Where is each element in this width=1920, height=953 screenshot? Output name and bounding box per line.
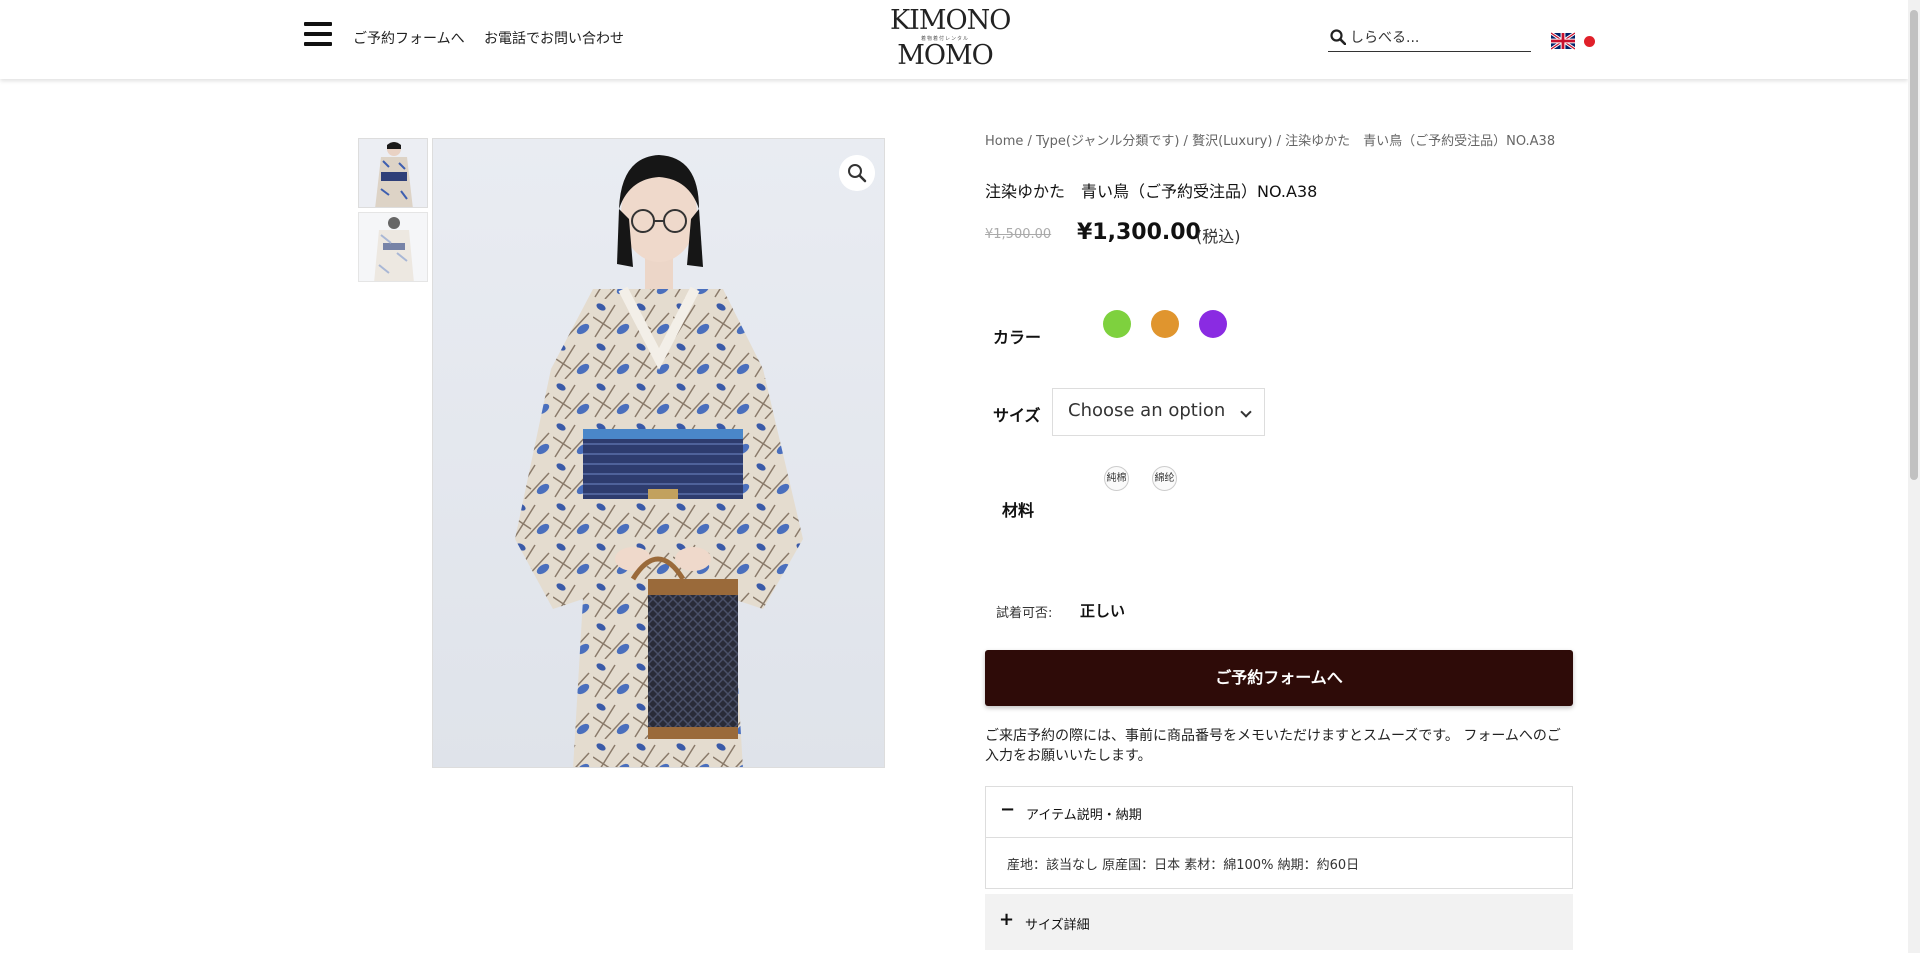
zoom-icon[interactable] [839, 155, 875, 191]
logo-top-text: KIMONO [890, 5, 1011, 36]
breadcrumb-separator: / [1272, 134, 1286, 149]
try-on-value: 正しい [1080, 602, 1126, 620]
material-option-cotton[interactable]: 純棉 [1104, 466, 1129, 491]
breadcrumb-separator: / [1179, 134, 1193, 149]
sale-price: ¥1,300.00 [1077, 220, 1201, 245]
accordion-item-size: + サイズ詳細 [985, 894, 1573, 950]
product-thumbnail[interactable] [358, 138, 428, 208]
accordion-title: アイテム説明・納期 [1026, 808, 1142, 823]
minus-icon: − [1000, 799, 1016, 820]
kimono-thumbnail-image [359, 139, 427, 207]
try-on-label: 試着可否: [996, 606, 1053, 621]
size-label: サイズ [993, 406, 1041, 425]
color-swatch-purple[interactable] [1199, 310, 1227, 338]
chevron-down-icon [1240, 406, 1252, 418]
breadcrumb-type[interactable]: Type(ジャンル分類です) [1036, 134, 1179, 149]
size-select[interactable]: Choose an option [1052, 388, 1265, 436]
nav-phone-inquiry[interactable]: お電話でお問い合わせ [484, 28, 624, 48]
accordion-body-description: 産地：該当なし 原産国：日本 素材：綿100% 納期：約60日 [1007, 858, 1360, 873]
breadcrumb-home[interactable]: Home [985, 134, 1023, 149]
breadcrumb: Home / Type(ジャンル分類です) / 贅沢(Luxury) / 注染ゆ… [985, 130, 1555, 149]
material-option-blend[interactable]: 綿纶 [1152, 466, 1177, 491]
original-price: ¥1,500.00 [985, 227, 1052, 242]
accordion-item-description: − アイテム説明・納期 産地：該当なし 原産国：日本 素材：綿100% 納期：約… [985, 786, 1573, 889]
scrollbar-thumb[interactable] [1910, 10, 1918, 480]
menu-icon[interactable] [304, 22, 332, 48]
color-label: カラー [993, 328, 1042, 347]
product-thumbnail[interactable] [358, 212, 428, 282]
search-input[interactable] [1350, 26, 1530, 50]
breadcrumb-current: 注染ゆかた 青い鳥（ご予約受注品）NO.A38 [1285, 134, 1556, 149]
nav-reservation-form[interactable]: ご予約フォームへ [353, 28, 465, 48]
size-select-value: Choose an option [1068, 400, 1226, 421]
japanese-language-icon[interactable] [1584, 36, 1595, 47]
logo-bottom-text: MOMO [897, 40, 994, 71]
material-label: 材料 [1002, 501, 1035, 520]
reservation-note: ご来店予約の際には、事前に商品番号をメモいただけますとスムーズです。 フォームへ… [985, 728, 1561, 764]
search-icon[interactable] [1330, 29, 1346, 45]
site-logo[interactable]: KIMONO 着物着付レンタル MOMO [890, 5, 1011, 72]
accordion-title: サイズ詳細 [1025, 918, 1090, 933]
reservation-form-button[interactable]: ご予約フォームへ [985, 650, 1573, 706]
site-header: ご予約フォームへ お電話でお問い合わせ KIMONO 着物着付レンタル MOMO [0, 0, 1908, 79]
uk-flag-icon[interactable] [1551, 32, 1575, 50]
search-box [1328, 26, 1531, 52]
product-title: 注染ゆかた 青い鳥（ご予約受注品）NO.A38 [985, 182, 1318, 201]
kimono-model-image [433, 139, 884, 767]
accordion-header-size[interactable]: + サイズ詳細 [985, 894, 1573, 950]
breadcrumb-luxury[interactable]: 贅沢(Luxury) [1192, 134, 1272, 149]
breadcrumb-separator: / [1023, 134, 1037, 149]
accordion-header-description[interactable]: − アイテム説明・納期 [986, 787, 1572, 838]
color-swatch-orange[interactable] [1151, 310, 1179, 338]
kimono-back-thumbnail-image [359, 213, 427, 281]
plus-icon: + [999, 909, 1015, 930]
tax-note: (税込) [1196, 227, 1241, 246]
product-main-image[interactable] [432, 138, 885, 768]
color-swatch-green[interactable] [1103, 310, 1131, 338]
